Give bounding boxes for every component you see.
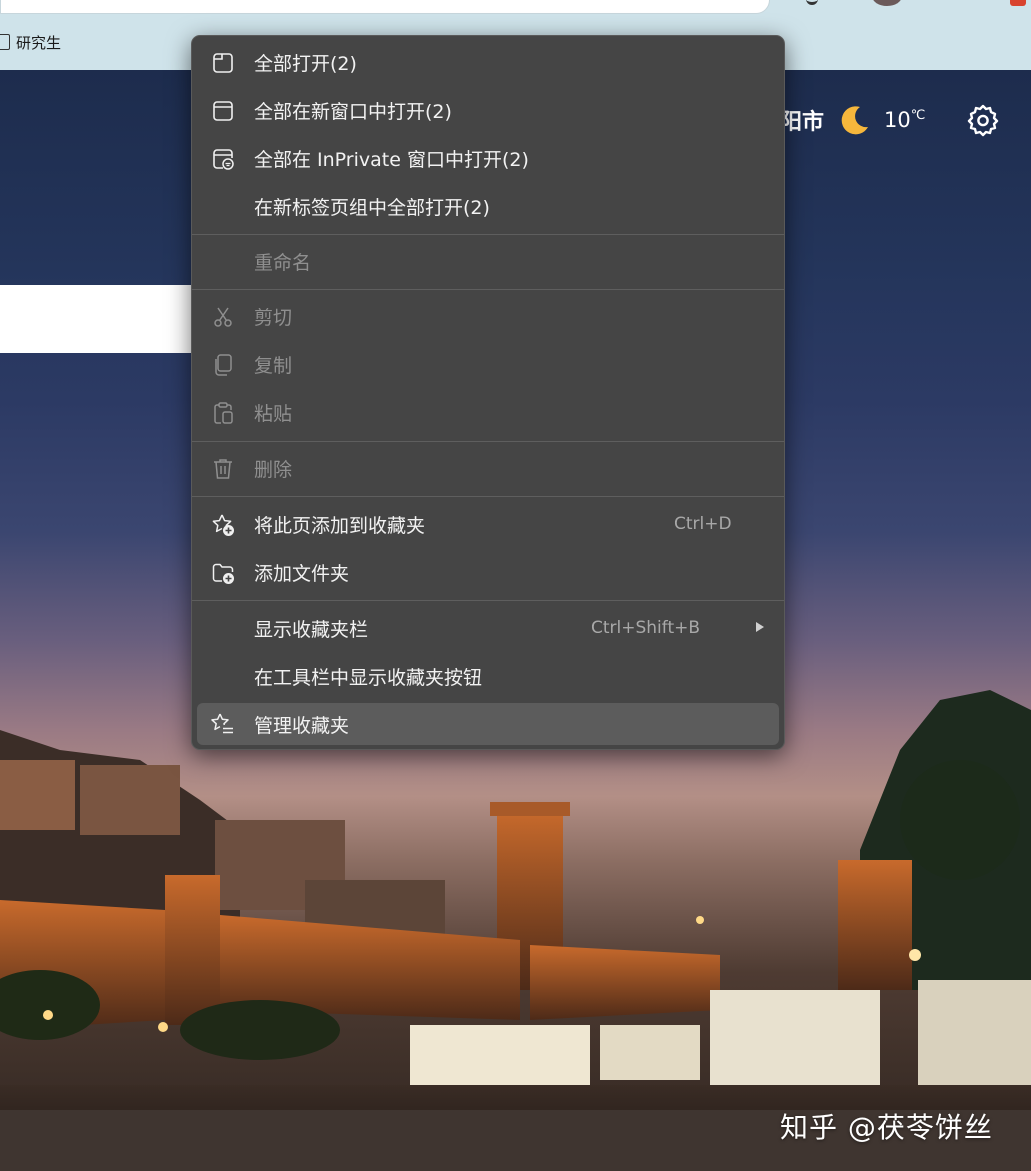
menu-item-label: 全部打开(2)	[254, 52, 357, 75]
menu-item-label: 管理收藏夹	[254, 714, 350, 737]
weather-city: 阳市	[780, 110, 825, 135]
town-scenery	[0, 690, 1031, 1171]
menu-item-show-favorites-button[interactable]: 在工具栏中显示收藏夹按钮	[192, 654, 784, 698]
trash-icon	[211, 457, 235, 481]
gear-icon[interactable]	[966, 103, 1000, 137]
menu-item-label: 在工具栏中显示收藏夹按钮	[254, 666, 483, 689]
profile-avatar[interactable]	[872, 0, 902, 6]
menu-item-delete: 删除	[192, 446, 784, 490]
temperature-value: 10	[884, 108, 911, 132]
star-list-icon	[211, 712, 235, 736]
menu-item-rename: 重命名	[192, 239, 784, 283]
menu-item-label: 删除	[254, 458, 293, 481]
menu-item-manage-favorites[interactable]: 管理收藏夹	[197, 703, 779, 745]
menu-item-label: 粘贴	[254, 402, 293, 425]
menu-item-open-all-inprivate[interactable]: 全部在 InPrivate 窗口中打开(2)	[192, 136, 784, 180]
menu-separator	[192, 600, 784, 601]
menu-item-shortcut: Ctrl+D	[674, 514, 732, 534]
menu-item-open-all-tab-group[interactable]: 在新标签页组中全部打开(2)	[192, 184, 784, 228]
menu-separator	[192, 289, 784, 290]
menu-item-label: 添加文件夹	[254, 562, 350, 585]
menu-item-label: 复制	[254, 354, 293, 377]
favorites-bar-item-label: 研究生	[16, 33, 62, 52]
extension-icon[interactable]	[806, 0, 818, 5]
menu-item-label: 在新标签页组中全部打开(2)	[254, 196, 490, 219]
menu-item-cut: 剪切	[192, 294, 784, 338]
menu-item-add-folder[interactable]: 添加文件夹	[192, 550, 784, 594]
menu-separator	[192, 441, 784, 442]
menu-item-add-page-to-favorites[interactable]: 将此页添加到收藏夹 Ctrl+D	[192, 502, 784, 546]
weather-widget[interactable]: 阳市 10℃	[780, 100, 925, 140]
favorites-context-menu: 全部打开(2) 全部在新窗口中打开(2) 全部在 InPrivate 窗口中打开…	[191, 35, 785, 750]
menu-item-label: 将此页添加到收藏夹	[254, 514, 426, 537]
menu-item-show-favorites-bar[interactable]: 显示收藏夹栏 Ctrl+Shift+B	[192, 606, 784, 650]
address-bar[interactable]	[0, 0, 770, 14]
page-icon	[0, 34, 10, 50]
clipboard-icon	[211, 401, 235, 425]
moon-icon	[838, 103, 872, 137]
favorites-bar-item[interactable]: 研究生	[0, 31, 61, 53]
watermark: 知乎 @茯苓饼丝	[780, 1111, 993, 1144]
inprivate-window-icon	[211, 147, 235, 171]
copy-icon	[211, 353, 235, 377]
menu-separator	[192, 234, 784, 235]
menu-item-open-all-new-window[interactable]: 全部在新窗口中打开(2)	[192, 88, 784, 132]
menu-separator	[192, 496, 784, 497]
menu-item-shortcut: Ctrl+Shift+B	[591, 618, 701, 638]
search-box[interactable]	[0, 285, 200, 353]
tab-icon	[211, 51, 235, 75]
temperature-unit: ℃	[910, 108, 926, 123]
notification-icon[interactable]	[1010, 0, 1026, 6]
menu-item-label: 重命名	[254, 251, 312, 274]
folder-add-icon	[211, 561, 235, 585]
scissors-icon	[211, 305, 235, 329]
menu-item-label: 全部在新窗口中打开(2)	[254, 100, 452, 123]
chevron-right-icon	[756, 622, 764, 632]
menu-item-open-all[interactable]: 全部打开(2)	[192, 40, 784, 84]
menu-item-copy: 复制	[192, 342, 784, 386]
menu-item-label: 全部在 InPrivate 窗口中打开(2)	[254, 148, 529, 171]
window-icon	[211, 99, 235, 123]
menu-item-label: 显示收藏夹栏	[254, 618, 369, 641]
menu-item-paste: 粘贴	[192, 390, 784, 434]
menu-item-label: 剪切	[254, 306, 293, 329]
weather-temperature: 10℃	[884, 108, 925, 132]
star-add-icon	[211, 513, 235, 537]
